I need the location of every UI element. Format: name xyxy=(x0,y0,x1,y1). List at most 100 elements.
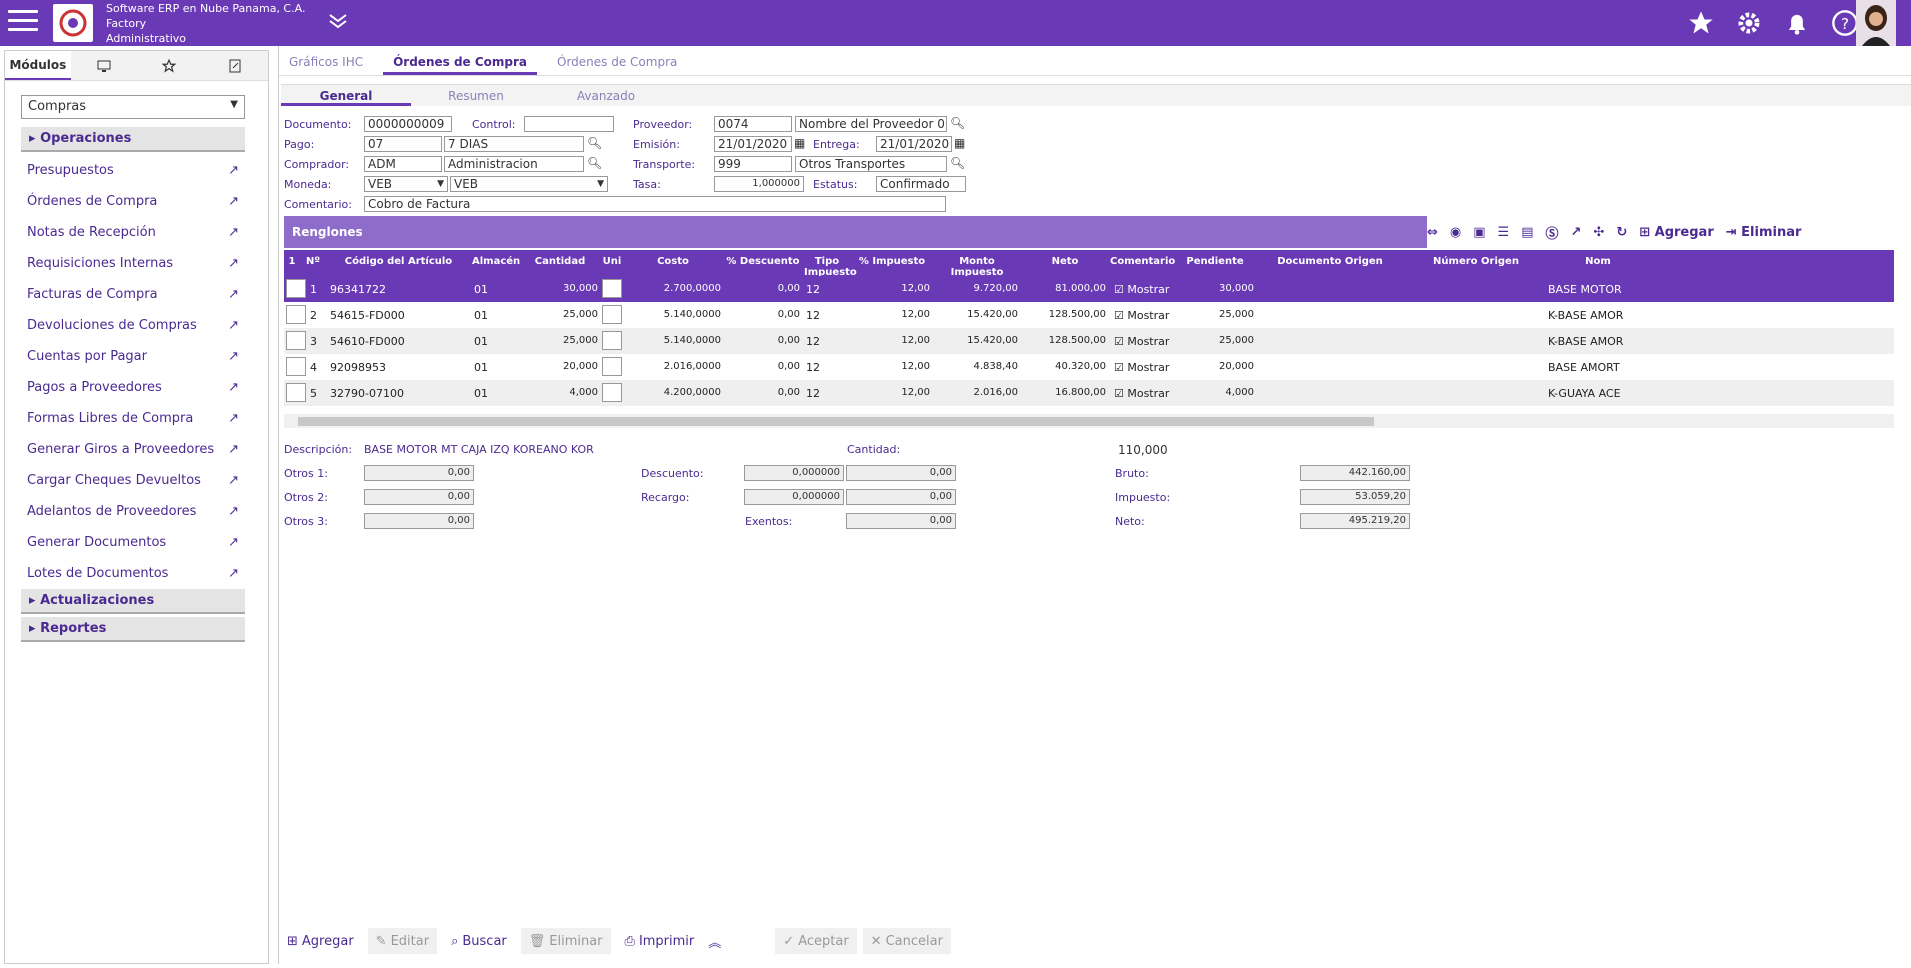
emision-field[interactable]: 21/01/2020 xyxy=(714,136,792,152)
mostrar-link[interactable]: ☑ Mostrar xyxy=(1114,335,1169,348)
documento-field[interactable]: 0000000009 xyxy=(364,116,452,132)
subtab-resumen[interactable]: Resumen xyxy=(411,85,541,106)
external-link-icon[interactable]: ↗ xyxy=(228,504,239,519)
external-link-icon[interactable]: ↗ xyxy=(228,442,239,457)
descuento-pct-field[interactable]: 0,000000 xyxy=(744,465,844,481)
external-link-icon[interactable]: ↗ xyxy=(228,194,239,209)
comentario-field[interactable]: Cobro de Factura xyxy=(364,196,946,212)
table-row[interactable]: 1 96341722 01 30,000 2.700,0000 0,00 12 12,00 9.… xyxy=(284,276,1894,302)
section-operaciones[interactable]: ▸ Operaciones xyxy=(21,127,245,152)
row-checkbox[interactable] xyxy=(286,305,306,324)
dollar-icon[interactable]: Ⓢ xyxy=(1546,223,1559,242)
star-icon[interactable] xyxy=(1685,7,1717,39)
column-header[interactable]: % Descuento xyxy=(724,256,802,267)
menu-item[interactable]: Notas de Recepción ↗ xyxy=(21,217,245,248)
entrega-field[interactable]: 21/01/2020 xyxy=(876,136,952,152)
tab-ordenes-activa[interactable]: Órdenes de Compra xyxy=(383,46,538,75)
agregar-button[interactable]: ⊞ Agregar xyxy=(279,928,362,954)
column-header[interactable]: Nom xyxy=(1548,256,1648,267)
search-icon[interactable]: 🔍︎ xyxy=(950,116,965,130)
buscar-button[interactable]: ⌕ Buscar xyxy=(443,928,515,954)
menu-item[interactable]: Facturas de Compra ↗ xyxy=(21,279,245,310)
tab-modulos[interactable]: Módulos xyxy=(5,51,71,80)
external-link-icon[interactable]: ↗ xyxy=(228,318,239,333)
bell-icon[interactable] xyxy=(1781,7,1813,39)
menu-item[interactable]: Cargar Cheques Devueltos ↗ xyxy=(21,465,245,496)
tasa-field[interactable]: 1,000000 xyxy=(714,176,804,192)
external-link-icon[interactable]: ↗ xyxy=(228,349,239,364)
search-icon[interactable]: 🔍︎ xyxy=(587,136,602,150)
external-link-icon[interactable]: ↗ xyxy=(228,380,239,395)
search-icon[interactable]: 🔍︎ xyxy=(950,156,965,170)
monitor-icon[interactable] xyxy=(71,51,137,80)
moneda-select[interactable]: VEB ▼ xyxy=(364,176,448,192)
subtab-general[interactable]: General xyxy=(281,85,411,106)
menu-item[interactable]: Generar Giros a Proveedores ↗ xyxy=(21,434,245,465)
external-link-icon[interactable]: ↗ xyxy=(228,163,239,178)
unit-cell[interactable] xyxy=(602,357,622,376)
external-link-icon[interactable]: ↗ xyxy=(228,225,239,240)
expand-arrows-icon[interactable]: ⇔ xyxy=(1427,225,1438,240)
column-header[interactable]: Neto xyxy=(1022,256,1108,267)
recargo-pct-field[interactable]: 0,000000 xyxy=(744,489,844,505)
external-link-icon[interactable]: ↗ xyxy=(228,287,239,302)
unit-cell[interactable] xyxy=(602,305,622,324)
chevron-double-down-icon[interactable] xyxy=(327,10,349,35)
horizontal-scrollbar[interactable] xyxy=(284,414,1894,428)
control-field[interactable] xyxy=(524,116,614,132)
imprimir-button[interactable]: ⎙ Imprimir ︽ xyxy=(617,928,730,954)
subtab-avanzado[interactable]: Avanzado xyxy=(541,85,671,106)
row-checkbox[interactable] xyxy=(286,279,306,298)
proveedor-field[interactable]: 0074 xyxy=(714,116,792,132)
column-header[interactable]: Comentario xyxy=(1110,256,1175,267)
transporte-field[interactable]: 999 xyxy=(714,156,792,172)
menu-item[interactable]: Pagos a Proveedores ↗ xyxy=(21,372,245,403)
menu-item[interactable]: Lotes de Documentos ↗ xyxy=(21,558,245,589)
cancelar-button[interactable]: ✕ Cancelar xyxy=(862,928,951,954)
menu-item[interactable]: Devoluciones de Compras ↗ xyxy=(21,310,245,341)
column-header[interactable]: Código del Artículo xyxy=(326,256,471,267)
menu-item[interactable]: Adelantos de Proveedores ↗ xyxy=(21,496,245,527)
mostrar-link[interactable]: ☑ Mostrar xyxy=(1114,283,1169,296)
calendar-icon[interactable]: ▦ xyxy=(794,136,805,150)
column-header[interactable]: Nº xyxy=(302,256,324,267)
calendar-icon[interactable]: ▦ xyxy=(954,136,965,150)
estatus-field[interactable]: Confirmado xyxy=(876,176,966,192)
column-header[interactable]: Almacén xyxy=(472,256,520,267)
gear-icon[interactable] xyxy=(1733,7,1765,39)
user-icon[interactable]: ◉ xyxy=(1450,225,1461,240)
image-icon[interactable]: ▣ xyxy=(1473,225,1485,240)
editar-button[interactable]: ✎ Editar xyxy=(367,928,438,954)
search-icon[interactable]: 🔍︎ xyxy=(587,156,602,170)
otros1-field[interactable]: 0,00 xyxy=(364,465,474,481)
refresh-icon[interactable]: ↻ xyxy=(1616,225,1627,240)
external-link-icon[interactable]: ↗ xyxy=(1571,225,1582,240)
menu-item[interactable]: Presupuestos ↗ xyxy=(21,155,245,186)
comprador-nombre-field[interactable]: Administracion xyxy=(444,156,584,172)
row-checkbox[interactable] xyxy=(286,383,306,402)
row-checkbox[interactable] xyxy=(286,331,306,350)
list-icon[interactable]: ☰ xyxy=(1498,225,1510,240)
external-link-icon[interactable]: ↗ xyxy=(228,256,239,271)
star-outline-icon[interactable] xyxy=(137,51,203,80)
section-reportes[interactable]: ▸ Reportes xyxy=(21,617,245,642)
tab-graficos[interactable]: Gráficos IHC xyxy=(279,46,373,75)
avatar[interactable] xyxy=(1856,0,1896,46)
external-link-icon[interactable]: ↗ xyxy=(228,566,239,581)
mostrar-link[interactable]: ☑ Mostrar xyxy=(1114,361,1169,374)
delete-row-button[interactable]: ⇥ Eliminar xyxy=(1726,225,1802,240)
row-checkbox[interactable] xyxy=(286,357,306,376)
pago-desc-field[interactable]: 7 DIAS xyxy=(444,136,584,152)
module-select[interactable]: Compras ▼ xyxy=(21,95,245,119)
edit-icon[interactable] xyxy=(202,51,268,80)
eliminar-button[interactable]: 🗑︎ Eliminar xyxy=(520,928,611,954)
menu-icon[interactable] xyxy=(8,10,38,34)
aceptar-button[interactable]: ✓ Aceptar xyxy=(775,928,857,954)
puzzle-icon[interactable]: ✣ xyxy=(1593,225,1604,240)
menu-item[interactable]: Formas Libres de Compra ↗ xyxy=(21,403,245,434)
moneda2-select[interactable]: VEB ▼ xyxy=(450,176,608,192)
comprador-field[interactable]: ADM xyxy=(364,156,442,172)
column-header[interactable]: % Impuesto xyxy=(852,256,932,267)
descuento-field[interactable]: 0,00 xyxy=(846,465,956,481)
column-header[interactable]: Pendiente xyxy=(1174,256,1256,267)
